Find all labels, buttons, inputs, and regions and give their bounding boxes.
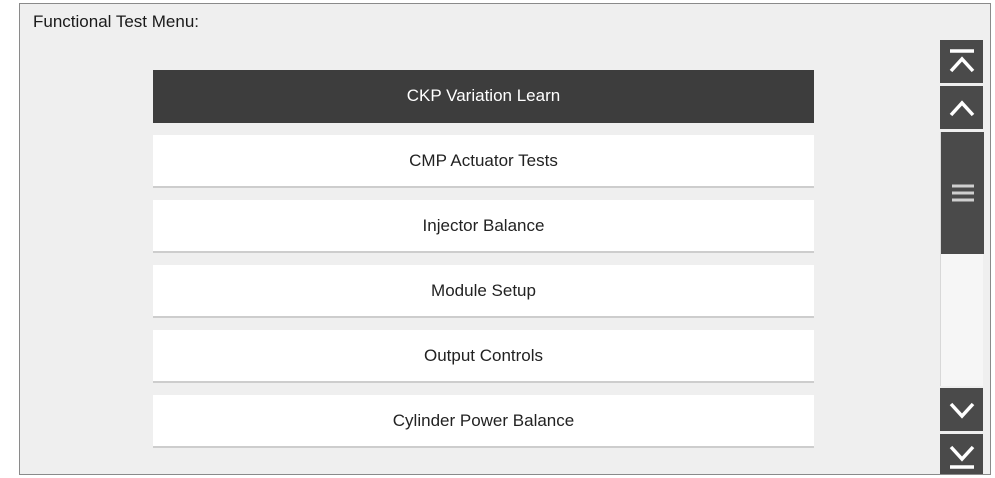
menu-item-injector-balance[interactable]: Injector Balance (153, 200, 814, 253)
page-title: Functional Test Menu: (33, 12, 199, 31)
scroll-to-bottom-icon (947, 441, 977, 471)
scroll-up-button[interactable] (940, 86, 983, 129)
menu-item-cmp-actuator-tests[interactable]: CMP Actuator Tests (153, 135, 814, 188)
menu-item-cylinder-power-balance[interactable]: Cylinder Power Balance (153, 395, 814, 448)
scroll-down-icon (947, 395, 977, 425)
scroll-to-top-icon (947, 47, 977, 77)
scroll-thumb[interactable] (941, 132, 984, 254)
scroll-to-bottom-button[interactable] (940, 434, 983, 474)
scroll-down-button[interactable] (940, 388, 983, 431)
scroll-track[interactable] (940, 132, 984, 386)
scrollbar[interactable] (940, 40, 984, 474)
menu-item-ckp-variation-learn[interactable]: CKP Variation Learn (153, 70, 814, 123)
functional-test-menu: CKP Variation Learn CMP Actuator Tests I… (153, 70, 814, 460)
menu-item-output-controls[interactable]: Output Controls (153, 330, 814, 383)
scroll-to-top-button[interactable] (940, 40, 983, 83)
scroll-up-icon (947, 93, 977, 123)
functional-test-screen: Functional Test Menu: CKP Variation Lear… (19, 3, 991, 475)
drag-handle-icon (950, 182, 976, 204)
menu-item-module-setup[interactable]: Module Setup (153, 265, 814, 318)
